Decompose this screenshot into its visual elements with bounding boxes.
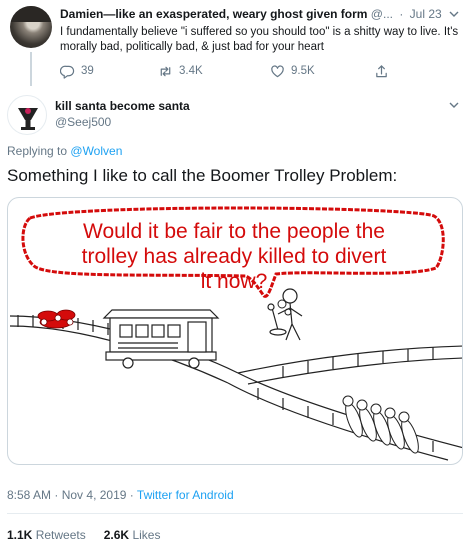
separator-dot: · — [399, 7, 404, 21]
divider — [7, 513, 463, 514]
author-avatar[interactable] — [7, 95, 47, 135]
bubble-line-1: Would it be fair to the people the — [83, 220, 385, 243]
tweet-client-link[interactable]: Twitter for Android — [137, 488, 234, 502]
likes-stat[interactable]: 2.6K Likes — [104, 528, 161, 542]
tweet-stats: 1.1K Retweets 2.6K Likes — [7, 528, 160, 542]
tweet-image[interactable]: Would it be fair to the people the troll… — [7, 197, 463, 465]
bubble-line-3: it now? — [201, 270, 268, 293]
separator-dot: · — [129, 488, 134, 502]
retweets-label: Retweets — [35, 528, 86, 542]
retweet-icon — [160, 66, 171, 76]
replying-prefix: Replying to — [7, 144, 68, 158]
tweet-date[interactable]: Nov 4, 2019 — [62, 488, 127, 502]
reply-button[interactable]: 39 — [60, 62, 94, 80]
thread-line — [30, 52, 32, 86]
like-icon — [271, 64, 284, 77]
replying-to-line: Replying to @Wolven — [7, 144, 122, 158]
red-pile — [37, 309, 76, 329]
tweet-timestamp-line: 8:58 AM · Nov 4, 2019 · Twitter for Andr… — [7, 488, 234, 502]
parent-tweet-actions: 39 3.4K 9.5K — [60, 62, 460, 80]
trolley-problem-illustration: Would it be fair to the people the troll… — [9, 206, 462, 461]
author-handle[interactable]: @Seej500 — [55, 115, 111, 129]
parent-handle[interactable]: @... — [371, 7, 393, 21]
like-count: 9.5K — [291, 65, 315, 77]
replying-to-link[interactable]: @Wolven — [70, 144, 122, 158]
retweets-stat[interactable]: 1.1K Retweets — [7, 528, 86, 542]
reply-count: 39 — [81, 65, 94, 77]
chevron-down-icon[interactable] — [448, 8, 460, 20]
share-button[interactable] — [374, 62, 389, 80]
trolley — [102, 309, 220, 369]
reply-icon — [60, 65, 75, 79]
tweet-text: Something I like to call the Boomer Trol… — [7, 166, 398, 185]
bubble-line-2: trolley has already killed to divert — [82, 245, 387, 268]
tied-people — [342, 395, 419, 454]
retweets-count: 1.1K — [7, 528, 33, 542]
tweet-time[interactable]: 8:58 AM — [7, 488, 51, 502]
like-button[interactable]: 9.5K — [270, 62, 315, 80]
retweet-count: 3.4K — [179, 65, 203, 77]
share-icon — [376, 64, 387, 77]
parent-tweet[interactable]: Damien—like an exasperated, weary ghost … — [0, 0, 470, 86]
likes-count: 2.6K — [103, 528, 130, 542]
parent-display-name[interactable]: Damien—like an exasperated, weary ghost … — [60, 7, 367, 21]
parent-tweet-header: Damien—like an exasperated, weary ghost … — [60, 7, 442, 21]
retweet-button[interactable]: 3.4K — [158, 62, 203, 80]
likes-label: Likes — [132, 528, 161, 542]
parent-tweet-text: I fundamentally believe "i suffered so y… — [60, 26, 459, 53]
lever-operator — [267, 288, 303, 341]
chevron-down-icon[interactable] — [448, 99, 460, 111]
parent-date[interactable]: Jul 23 — [410, 7, 442, 21]
parent-avatar[interactable] — [10, 6, 52, 48]
author-display-name[interactable]: kill santa become santa — [55, 99, 190, 113]
separator-dot: · — [54, 488, 59, 502]
